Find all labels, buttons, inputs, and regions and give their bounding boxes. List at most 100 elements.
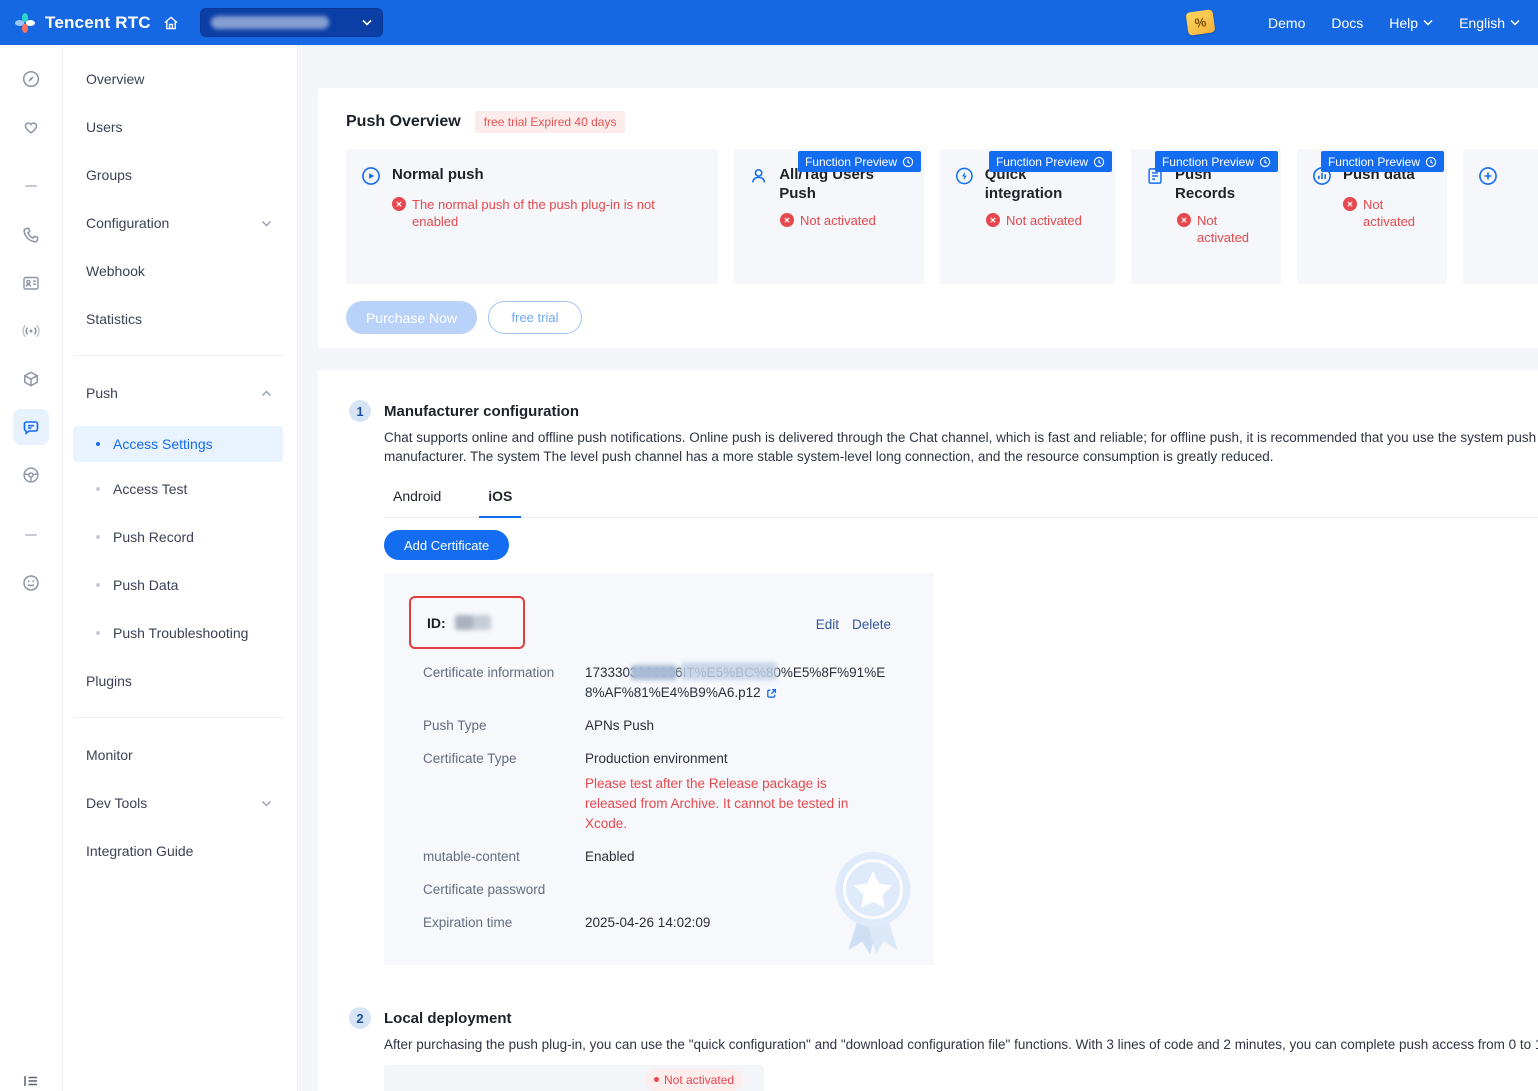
sidebar-item-access-settings-wrap: Access Settings: [63, 417, 297, 465]
tile-status-text: Not activated: [1363, 196, 1433, 230]
preview-clock-icon: [1259, 156, 1271, 168]
nav-demo[interactable]: Demo: [1268, 15, 1305, 31]
purchase-now-button[interactable]: Purchase Now: [346, 301, 477, 334]
function-preview-badge: Function Preview: [1321, 151, 1444, 172]
sidebar-item-push-troubleshooting[interactable]: Push Troubleshooting: [63, 609, 297, 657]
topbar-nav: % Demo Docs Help English: [1187, 0, 1520, 45]
edit-link[interactable]: Edit: [816, 617, 839, 632]
rail-divider: [25, 185, 37, 187]
sidebar-item-access-settings[interactable]: Access Settings: [73, 426, 283, 462]
tile-partial: [1463, 149, 1538, 284]
external-link-icon: [765, 687, 778, 700]
chevron-up-icon: [261, 389, 272, 398]
certificate-panel: ID: Edit Delete Certificate information …: [384, 573, 934, 965]
dashboard-icon[interactable]: [13, 61, 49, 97]
sidebar-item-overview[interactable]: Overview: [63, 55, 297, 103]
certificate-file-link[interactable]: 1733303866106IT%E5%BC%80%E5%8F%91%E 8%AF…: [585, 663, 885, 703]
sidebar-item-push[interactable]: Push: [63, 369, 297, 417]
sidebar-item-push-data[interactable]: Push Data: [63, 561, 297, 609]
chevron-down-icon: [362, 18, 372, 27]
chevron-down-icon: [261, 219, 272, 228]
tencent-rtc-logo-icon: [14, 12, 36, 34]
function-preview-badge: Function Preview: [798, 151, 921, 172]
cube-icon[interactable]: [13, 361, 49, 397]
tab-ios[interactable]: iOS: [479, 488, 521, 518]
error-icon: ✕: [986, 213, 1000, 227]
add-certificate-button[interactable]: Add Certificate: [384, 530, 509, 560]
free-trial-button[interactable]: free trial: [488, 301, 582, 334]
rail-divider: [25, 534, 37, 536]
bullet-icon: [96, 583, 100, 587]
platform-tabs: Android iOS: [384, 488, 1538, 518]
bullet-icon: [96, 487, 100, 491]
tile-status-text: Not activated: [800, 212, 876, 229]
tile-status-text: Not activated: [1006, 212, 1082, 229]
nav-docs[interactable]: Docs: [1331, 15, 1363, 31]
users-icon: [748, 165, 769, 187]
sidebar-item-dev-tools[interactable]: Dev Tools: [63, 779, 297, 827]
sidebar-item-access-test[interactable]: Access Test: [63, 465, 297, 513]
sidebar-item-configuration[interactable]: Configuration: [63, 199, 297, 247]
sidebar-item-webhook[interactable]: Webhook: [63, 247, 297, 295]
sidebar-item-integration-guide[interactable]: Integration Guide: [63, 827, 297, 875]
section-description: After purchasing the push plug-in, you c…: [384, 1036, 1538, 1055]
step-2-header: 2 Local deployment: [349, 1007, 1538, 1029]
coupon-icon[interactable]: %: [1186, 9, 1216, 36]
brand-name: Tencent RTC: [45, 13, 151, 33]
section-description: Chat supports online and offline push no…: [384, 429, 1538, 466]
section-title: Manufacturer configuration: [384, 403, 579, 420]
heart-icon[interactable]: [13, 109, 49, 145]
sidebar-item-users[interactable]: Users: [63, 103, 297, 151]
redacted-text-blob: [681, 662, 777, 680]
sidebar-divider: [73, 355, 283, 356]
sidebar-item-push-record[interactable]: Push Record: [63, 513, 297, 561]
trial-expired-badge: free trial Expired 40 days: [475, 111, 626, 133]
tencent-rtc-console: Tencent RTC % Demo Docs Help Englis: [0, 0, 1538, 1091]
step-number: 1: [349, 400, 371, 422]
lightning-icon: [954, 165, 975, 187]
smiley-icon[interactable]: [13, 565, 49, 601]
chat-icon[interactable]: [13, 409, 49, 445]
status-dot-icon: [654, 1077, 659, 1082]
nav-help[interactable]: Help: [1389, 15, 1433, 31]
call-icon[interactable]: [13, 217, 49, 253]
sidebar-divider: [73, 717, 283, 718]
sidebar-item-monitor[interactable]: Monitor: [63, 731, 297, 779]
live-signal-icon[interactable]: [13, 313, 49, 349]
row-certificate-type: Certificate Type Production environment …: [423, 749, 918, 834]
deployment-status-bar: Not activated: [384, 1065, 764, 1091]
row-certificate-information: Certificate information 1733303866106IT%…: [423, 663, 918, 703]
error-icon: ✕: [1343, 197, 1357, 211]
sidebar-item-groups[interactable]: Groups: [63, 151, 297, 199]
tile-status-text: The normal push of the push plug-in is n…: [412, 196, 672, 230]
sidebar-item-plugins[interactable]: Plugins: [63, 657, 297, 705]
app-selector-dropdown[interactable]: [200, 8, 383, 37]
sidebar-item-statistics[interactable]: Statistics: [63, 295, 297, 343]
certificate-medal-icon: [814, 841, 932, 963]
bullet-icon: [96, 535, 100, 539]
certificate-actions: Edit Delete: [816, 617, 891, 632]
preview-clock-icon: [1425, 156, 1437, 168]
bullet-icon: [96, 442, 100, 446]
xcode-warning-note: Please test after the Release package is…: [585, 774, 870, 834]
step-number: 2: [349, 1007, 371, 1029]
function-preview-badge: Function Preview: [989, 151, 1112, 172]
main-content: Push Overview free trial Expired 40 days…: [298, 45, 1538, 1091]
user-card-icon[interactable]: [13, 265, 49, 301]
id-highlight-box: ID:: [409, 596, 525, 649]
delete-link[interactable]: Delete: [852, 617, 891, 632]
collapse-menu-icon[interactable]: [13, 1063, 49, 1091]
tile-normal-push: Normal push ✕ The normal push of the pus…: [346, 149, 718, 284]
steering-wheel-icon[interactable]: [13, 457, 49, 493]
home-icon[interactable]: [162, 14, 180, 32]
chevron-down-icon: [261, 799, 272, 808]
nav-language[interactable]: English: [1459, 15, 1520, 31]
chevron-down-icon: [1510, 18, 1520, 27]
tab-android[interactable]: Android: [384, 488, 450, 517]
error-icon: ✕: [392, 197, 406, 211]
tile-quick-integration: Function Preview Quick integration ✕ Not…: [940, 149, 1115, 284]
step-1-header: 1 Manufacturer configuration: [349, 400, 1538, 422]
tile-alltag-users-push: Function Preview All/Tag Users Push ✕ No…: [734, 149, 924, 284]
topbar: Tencent RTC % Demo Docs Help Englis: [0, 0, 1538, 45]
tile-push-data: Function Preview Push data ✕ Not activat…: [1297, 149, 1447, 284]
